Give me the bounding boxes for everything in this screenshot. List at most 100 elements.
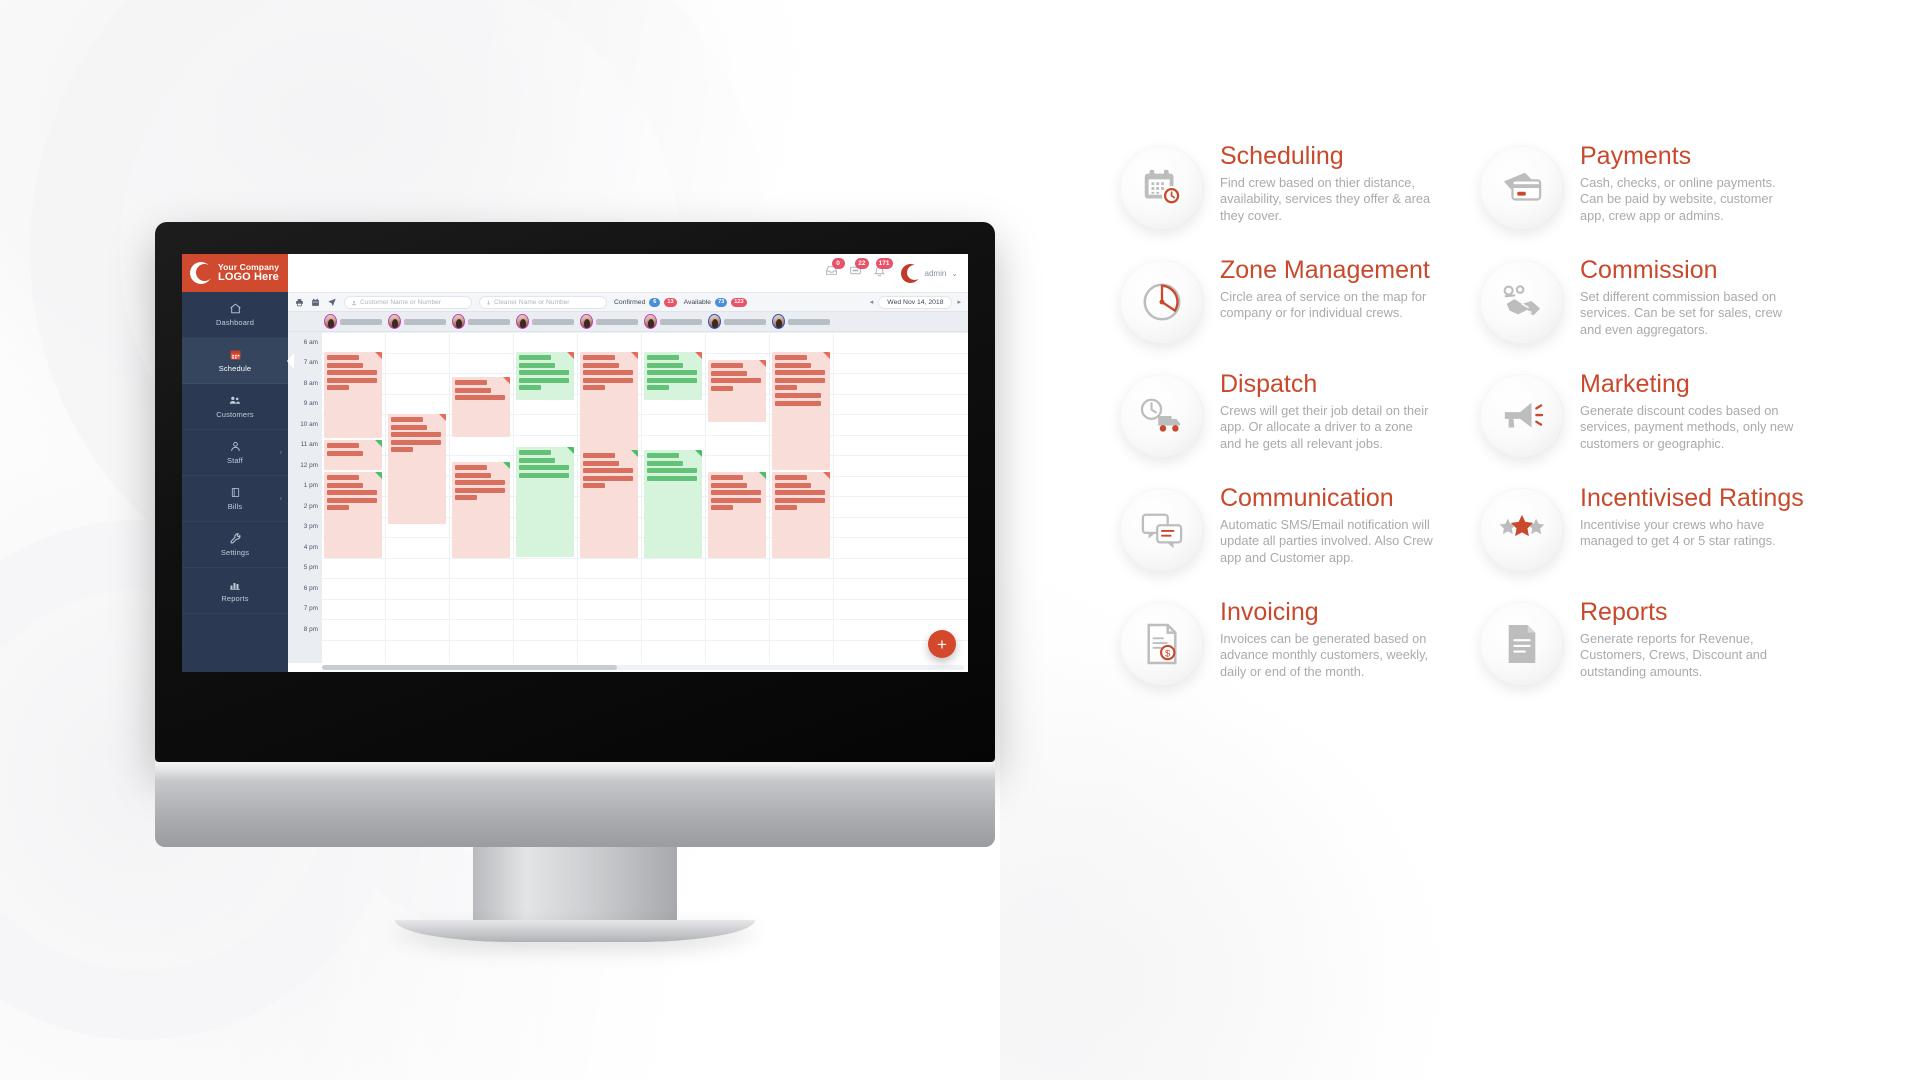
logo-line-2: LOGO Here — [218, 270, 279, 283]
cleaner-search-input[interactable]: Cleaner Name or Number — [479, 295, 607, 309]
inbox-icon[interactable]: 0 — [825, 258, 845, 282]
avatar — [772, 314, 785, 329]
calendar-event[interactable] — [324, 472, 382, 558]
calendar-event[interactable] — [644, 352, 702, 400]
next-day-button[interactable]: ▸ — [957, 298, 961, 306]
add-appointment-button[interactable]: + — [928, 630, 956, 658]
calendar-columns — [322, 332, 834, 663]
chevron-right-icon: ‹ — [279, 449, 282, 456]
crew-column-header[interactable] — [706, 312, 770, 331]
sidebar-item-customers[interactable]: Customers — [182, 384, 288, 430]
feature-description: Automatic SMS/Email notification will up… — [1220, 516, 1433, 566]
sidebar-item-bills[interactable]: Bills ‹ — [182, 476, 288, 522]
event-text-redacted — [327, 377, 377, 383]
print-icon[interactable] — [295, 298, 304, 307]
company-logo[interactable]: Your Company LOGO Here — [182, 254, 288, 292]
crew-header-list — [322, 312, 834, 331]
calendar-event[interactable] — [324, 440, 382, 470]
calendar-event[interactable] — [708, 360, 766, 422]
calendar-day-column[interactable] — [578, 332, 642, 663]
sidebar-item-dashboard[interactable]: Dashboard — [182, 292, 288, 338]
logo-mark-icon — [190, 262, 213, 284]
time-label: 11 am — [300, 441, 318, 449]
svg-text:$: $ — [1165, 648, 1171, 659]
time-label: 4 pm — [303, 543, 318, 551]
message-icon[interactable]: 22 — [849, 258, 869, 282]
book-icon — [230, 486, 241, 499]
event-flag-icon — [631, 450, 638, 457]
sidebar-item-schedule[interactable]: Schedule — [182, 338, 294, 384]
calendar-day-column[interactable] — [386, 332, 450, 663]
sidebar-item-staff[interactable]: Staff ‹ — [182, 430, 288, 476]
prev-day-button[interactable]: ◂ — [870, 298, 874, 306]
stars-icon — [1480, 488, 1564, 572]
scrollbar-thumb[interactable] — [322, 665, 618, 670]
calendar-event[interactable] — [580, 450, 638, 558]
date-navigator: ◂ Wed Nov 14, 2018 ▸ — [870, 295, 961, 309]
event-text-redacted — [327, 443, 359, 448]
feature-title: Reports — [1580, 598, 1668, 626]
calendar-day-column[interactable] — [514, 332, 578, 663]
horizontal-scrollbar[interactable] — [322, 665, 964, 670]
crew-column-header[interactable] — [386, 312, 450, 331]
calendar-event[interactable] — [452, 377, 510, 437]
calendar-day-column[interactable] — [450, 332, 514, 663]
crew-column-header[interactable] — [450, 312, 514, 331]
avatar — [644, 314, 657, 329]
calendar-day-column[interactable] — [642, 332, 706, 663]
current-date-display[interactable]: Wed Nov 14, 2018 — [878, 295, 953, 309]
event-flag-icon — [503, 462, 510, 469]
feature-text: Scheduling Find crew based on thier dista… — [1220, 140, 1434, 225]
user-menu[interactable]: admin ⌄ — [900, 263, 958, 283]
filter-available[interactable]: Available 73 123 — [684, 297, 747, 307]
send-icon[interactable] — [327, 297, 337, 307]
event-text-redacted — [327, 385, 349, 391]
calendar-event[interactable] — [772, 472, 830, 558]
sidebar-item-reports[interactable]: Reports — [182, 568, 288, 614]
sidebar-label: Reports — [221, 593, 249, 603]
event-text-redacted — [775, 482, 811, 488]
avatar — [580, 314, 593, 329]
calendar-event[interactable] — [452, 462, 510, 558]
event-text-redacted — [775, 377, 825, 383]
bell-icon[interactable]: 171 — [873, 258, 893, 282]
crew-column-header[interactable] — [322, 312, 386, 331]
event-text-redacted — [583, 483, 605, 489]
feature-text: Commission Set different commission based… — [1580, 254, 1794, 339]
zone-circle-icon — [1120, 260, 1204, 344]
feature-item: Dispatch Crews will get their job detail … — [1120, 368, 1450, 458]
crew-column-header[interactable] — [642, 312, 706, 331]
calendar-event[interactable] — [516, 447, 574, 557]
crew-column-header[interactable] — [514, 312, 578, 331]
handshake-percent-icon — [1480, 260, 1564, 344]
search-input[interactable]: Customer Name or Number — [344, 295, 472, 309]
calendar-day-column[interactable] — [770, 332, 834, 663]
event-text-redacted — [519, 370, 569, 376]
crew-column-header[interactable] — [770, 312, 834, 331]
event-text-redacted — [391, 424, 427, 430]
filter-confirmed[interactable]: Confirmed 6 13 — [614, 297, 677, 307]
calendar-event[interactable] — [644, 450, 702, 558]
event-flag-icon — [567, 447, 574, 454]
crew-name-redacted — [532, 318, 574, 325]
calendar-event[interactable] — [388, 414, 446, 524]
time-label: 10 am — [300, 420, 318, 428]
feature-description: Crews will get their job detail on their… — [1220, 402, 1429, 452]
calendar-event[interactable] — [516, 352, 574, 400]
feature-text: Reports Generate reports for Revenue, Cus… — [1580, 596, 1794, 681]
calendar-day-column[interactable] — [322, 332, 386, 663]
calendar-event[interactable] — [324, 352, 382, 438]
event-flag-icon — [823, 352, 830, 359]
event-text-redacted — [647, 362, 683, 368]
calendar-event[interactable] — [772, 352, 830, 470]
calendar-event[interactable] — [708, 472, 766, 558]
calendar-day-column[interactable] — [706, 332, 770, 663]
crew-column-header[interactable] — [578, 312, 642, 331]
feature-text: Payments Cash, checks, or online payments… — [1580, 140, 1794, 225]
event-text-redacted — [711, 497, 761, 503]
calendar-icon[interactable] — [311, 298, 320, 307]
sidebar-item-settings[interactable]: Settings — [182, 522, 288, 568]
feature-description: Generate reports for Revenue, Customers,… — [1580, 630, 1768, 680]
feature-text: Communication Automatic SMS/Email notific… — [1220, 482, 1434, 567]
event-text-redacted — [519, 385, 541, 391]
